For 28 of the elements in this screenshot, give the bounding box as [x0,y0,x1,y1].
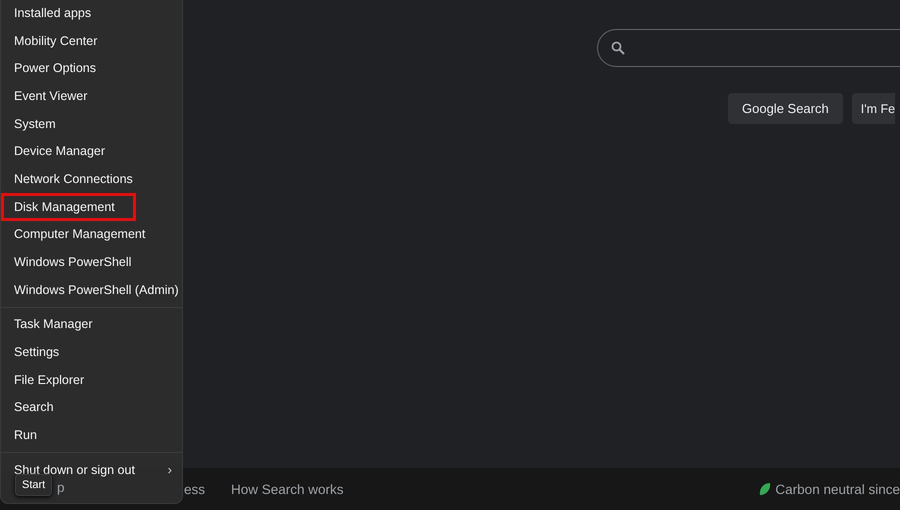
carbon-neutral-text: Carbon neutral since [775,482,900,496]
menu-item[interactable]: Network Connections [1,165,182,193]
menu-item[interactable]: Power Options [1,54,182,82]
footer-link[interactable]: ess [184,482,206,496]
menu-item[interactable]: File Explorer [1,366,182,394]
leaf-icon [759,482,772,496]
menu-item[interactable]: Task Manager [1,310,182,338]
menu-item[interactable]: Search [1,394,182,422]
menu-item[interactable]: System [1,110,182,138]
search-icon [611,41,625,55]
menu-item[interactable]: Windows PowerShell (Admin) [1,276,182,304]
chevron-icon: › [168,462,172,478]
menu-item[interactable]: Run [1,421,182,449]
menu-item-label: Shut down or sign out [14,462,135,477]
footer-link[interactable]: How Search works [231,482,344,496]
search-field[interactable] [597,29,900,67]
menu-item[interactable]: Mobility Center [1,26,182,54]
menu-item[interactable]: Windows PowerShell [1,248,182,276]
menu-item[interactable]: Device Manager [1,137,182,166]
menu-item[interactable]: Disk Management [1,192,136,220]
search-button[interactable]: Google Search [728,93,843,124]
tooltip: Start [15,474,52,496]
menu-item[interactable]: Computer Management [1,220,182,248]
footer-link[interactable]: p [57,480,65,495]
menu-item[interactable]: Settings [1,338,182,366]
menu-item[interactable]: Installed apps [1,0,182,27]
lucky-button[interactable]: I'm Fe [852,93,896,124]
menu-item[interactable]: Event Viewer [1,82,182,110]
